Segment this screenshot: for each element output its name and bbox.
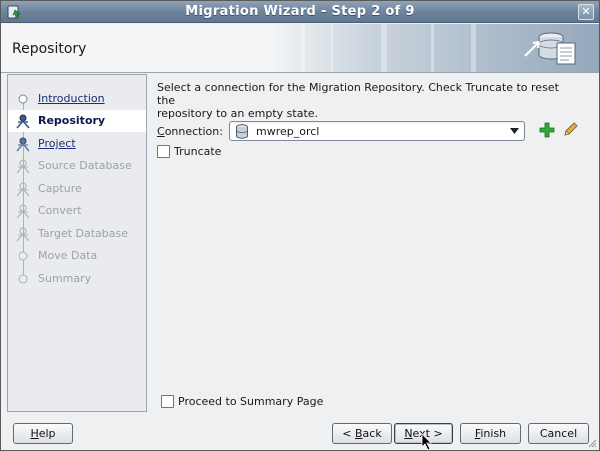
instructions-text: Select a connection for the Migration Re…: [157, 81, 577, 120]
proceed-to-summary-checkbox[interactable]: [161, 395, 174, 408]
nav-step-label: Repository: [38, 114, 106, 127]
instructions-line-1: Select a connection for the Migration Re…: [157, 81, 559, 107]
nav-step-convert: Convert: [8, 200, 146, 222]
nav-step-capture: Capture: [8, 178, 146, 200]
step-done-icon: [18, 94, 28, 104]
instructions-line-2: repository to an empty state.: [157, 107, 319, 120]
migration-wizard-window: Migration Wizard - Step 2 of 9 ✕ Reposit…: [0, 0, 600, 451]
add-connection-icon[interactable]: [539, 122, 555, 138]
database-migration-graphic: [524, 32, 576, 65]
step-current-icon: [16, 114, 30, 129]
step-pending-icon: [18, 274, 28, 284]
nav-step-label: Project: [38, 137, 76, 150]
finish-button[interactable]: Finish: [460, 423, 521, 444]
connection-label-mnemonic: C: [157, 125, 165, 138]
database-icon: [236, 124, 248, 139]
step-done-icon: [16, 137, 30, 152]
nav-step-project[interactable]: Project: [8, 133, 146, 155]
nav-step-label: Summary: [38, 272, 92, 285]
help-rest: elp: [38, 427, 56, 440]
truncate-checkbox[interactable]: [157, 145, 170, 158]
nav-step-summary: Summary: [8, 268, 146, 290]
step-pending-icon: [16, 159, 30, 174]
truncate-label: Truncate: [174, 145, 222, 158]
help-button[interactable]: Help: [13, 423, 73, 444]
close-icon[interactable]: ✕: [578, 4, 594, 20]
back-prefix: <: [342, 427, 355, 440]
step-pending-icon: [16, 182, 30, 197]
nav-step-label: Convert: [38, 204, 82, 217]
back-rest: ack: [362, 427, 382, 440]
title-bar[interactable]: Migration Wizard - Step 2 of 9 ✕: [1, 1, 599, 23]
connection-label-rest: onnection:: [164, 125, 223, 138]
nav-step-move-data: Move Data: [8, 245, 146, 267]
nav-step-label: Move Data: [38, 249, 98, 262]
nav-step-repository[interactable]: Repository: [8, 110, 146, 132]
step-pending-icon: [16, 227, 30, 242]
connection-value: mwrep_orcl: [256, 125, 320, 138]
finish-rest: inish: [480, 427, 507, 440]
step-content-panel: Select a connection for the Migration Re…: [149, 74, 595, 412]
nav-step-target-database: Target Database: [8, 223, 146, 245]
connection-dropdown[interactable]: mwrep_orcl: [229, 121, 525, 141]
resize-grip-icon[interactable]: [587, 438, 597, 448]
nav-step-label: Target Database: [38, 227, 129, 240]
mouse-pointer-icon: [421, 433, 432, 451]
step-pending-icon: [16, 204, 30, 219]
nav-step-label: Source Database: [38, 159, 132, 172]
page-title: Repository: [12, 41, 87, 57]
cancel-button[interactable]: Cancel: [528, 423, 589, 444]
proceed-to-summary-label: Proceed to Summary Page: [178, 395, 324, 408]
wizard-step-navigation: Introduction Repository Project Source D…: [7, 74, 147, 412]
back-mnemonic: B: [355, 427, 363, 440]
wizard-header: Repository: [1, 24, 599, 73]
nav-step-introduction[interactable]: Introduction: [8, 88, 146, 110]
next-mnemonic: N: [404, 427, 413, 440]
nav-step-label: Capture: [38, 182, 82, 195]
step-pending-icon: [18, 251, 28, 261]
nav-step-source-database: Source Database: [8, 155, 146, 177]
help-mnemonic: H: [30, 427, 39, 440]
edit-connection-icon[interactable]: [562, 121, 579, 138]
connection-label: Connection:: [157, 125, 223, 138]
nav-step-label: Introduction: [38, 92, 105, 105]
window-title: Migration Wizard - Step 2 of 9: [185, 4, 415, 19]
chevron-down-icon[interactable]: [510, 128, 519, 134]
back-button[interactable]: < Back: [332, 423, 392, 444]
